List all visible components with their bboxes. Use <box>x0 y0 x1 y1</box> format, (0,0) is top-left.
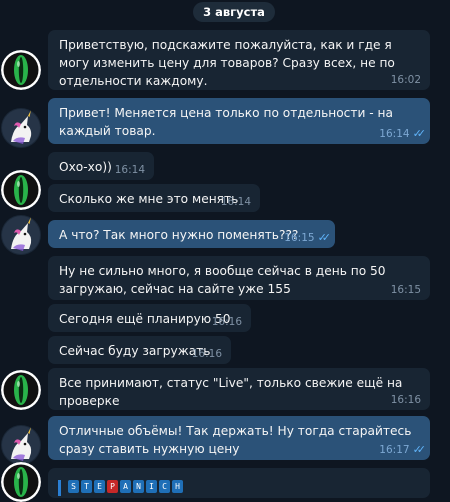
message-bubble[interactable]: Привет! Меняется цена только по отдельно… <box>48 98 430 144</box>
quote-bar <box>58 480 61 496</box>
logo-letter: P <box>107 480 118 493</box>
logo-letter: N <box>133 480 144 493</box>
message-bubble[interactable]: Сколько же мне это менять 16:14 <box>48 184 260 212</box>
message-time: 16:14 <box>114 164 145 176</box>
message-time: 16:14 <box>220 196 251 208</box>
message-bubble[interactable]: Все принимают, статус "Live", только све… <box>48 368 430 410</box>
message-time: 16:16 <box>390 394 421 406</box>
message-text: Ну не сильно много, я вообще сейчас в де… <box>59 264 386 296</box>
message-time: 16:15 <box>284 232 315 244</box>
message-bubble[interactable]: Отличные объёмы! Так держать! Ну тогда с… <box>48 416 430 460</box>
message-text: Привет! Меняется цена только по отдельно… <box>59 106 393 138</box>
green-eye-icon[interactable] <box>1 370 41 410</box>
green-eye-icon[interactable] <box>1 462 41 502</box>
message-text: Приветствую, подскажите пожалуйста, как … <box>59 38 395 88</box>
message-text: Отличные объёмы! Так держать! Ну тогда с… <box>59 424 412 456</box>
message-time: 16:14 <box>379 128 410 140</box>
unicorn-icon[interactable] <box>1 215 41 255</box>
read-check-icon: ✓✓ <box>412 127 427 140</box>
green-eye-icon[interactable] <box>1 50 41 90</box>
message-bubble[interactable]: Приветствую, подскажите пожалуйста, как … <box>48 30 430 90</box>
date-separator: 3 августа <box>193 2 275 22</box>
message-time: 16:16 <box>191 348 222 360</box>
logo-letter: H <box>172 480 183 493</box>
logo-letter: T <box>81 480 92 493</box>
message-time: 16:02 <box>390 74 421 86</box>
logo-letter: S <box>68 480 79 493</box>
green-eye-icon[interactable] <box>1 170 41 210</box>
message-text: Все принимают, статус "Live", только све… <box>59 376 403 408</box>
read-check-icon: ✓✓ <box>412 443 427 456</box>
logo-letter: E <box>94 480 105 493</box>
message-time: 16:16 <box>211 316 242 328</box>
message-bubble[interactable]: Сегодня ещё планирую 50 16:16 <box>48 304 251 332</box>
unicorn-icon[interactable] <box>1 108 41 148</box>
logo-letter: C <box>159 480 170 493</box>
read-check-icon: ✓✓ <box>317 231 332 244</box>
logo-letter: A <box>120 480 131 493</box>
message-bubble[interactable]: Сейчас буду загружать 16:16 <box>48 336 231 364</box>
message-time: 16:15 <box>390 284 421 296</box>
message-bubble[interactable]: А что? Так много нужно поменять??? 16:15… <box>48 220 335 248</box>
stepanich-logo: STEPANICH <box>68 480 183 496</box>
message-bubble[interactable]: Охо-хо)) 16:14 <box>48 152 154 180</box>
logo-letter: I <box>146 480 157 493</box>
message-bubble[interactable]: Ну не сильно много, я вообще сейчас в де… <box>48 256 430 300</box>
message-bubble[interactable]: STEPANICH <box>48 468 430 498</box>
unicorn-icon[interactable] <box>1 425 41 465</box>
message-time: 16:17 <box>379 444 410 456</box>
